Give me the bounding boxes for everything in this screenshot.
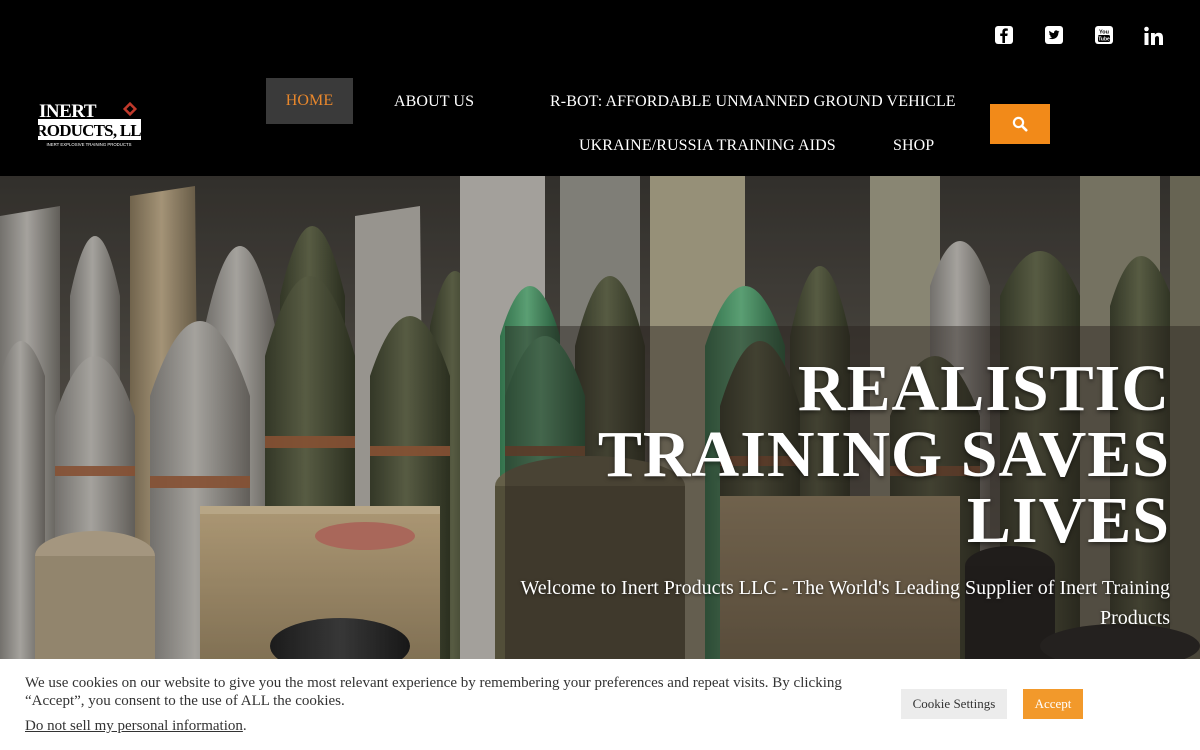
do-not-sell-link[interactable]: Do not sell my personal information <box>25 718 243 734</box>
cookie-consent-bar: We use cookies on our website to give yo… <box>0 659 1200 750</box>
nav-about-us[interactable]: ABOUT US <box>394 92 474 112</box>
search-button[interactable] <box>990 104 1050 144</box>
site-logo[interactable]: INERT PRODUCTS, LLC INERT EXPLOSIVE TRAI… <box>37 100 143 148</box>
youtube-icon[interactable]: You Tube <box>1094 25 1114 45</box>
logo-line2: PRODUCTS, LLC <box>37 121 143 140</box>
nav-r-bot[interactable]: R-BOT: AFFORDABLE UNMANNED GROUND VEHICL… <box>550 92 956 112</box>
hero-subtitle: Welcome to Inert Products LLC - The Worl… <box>520 577 1170 629</box>
hero-title-line1: REALISTIC <box>797 352 1170 425</box>
hero-banner: REALISTIC TRAINING SAVES LIVES Welcome t… <box>0 176 1200 659</box>
logo-line1: INERT <box>39 101 97 122</box>
youtube-text-you: You <box>1099 30 1109 36</box>
hero-title-line3: LIVES <box>966 484 1170 557</box>
linkedin-icon[interactable] <box>1143 25 1165 47</box>
nav-shop[interactable]: SHOP <box>893 136 934 156</box>
do-not-sell-suffix: . <box>242 718 247 734</box>
hero-title-line2: TRAINING SAVES <box>597 418 1170 491</box>
cookie-message: We use cookies on our website to give yo… <box>25 675 842 709</box>
svg-text:Tube: Tube <box>1098 37 1110 43</box>
hero-title: REALISTIC TRAINING SAVES LIVES <box>530 356 1170 554</box>
site-header: INERT PRODUCTS, LLC INERT EXPLOSIVE TRAI… <box>0 72 1200 176</box>
nav-home[interactable]: HOME <box>266 78 353 124</box>
cookie-accept-button[interactable]: Accept <box>1023 689 1083 719</box>
nav-ukraine-russia-training-aids[interactable]: UKRAINE/RUSSIA TRAINING AIDS <box>579 136 836 156</box>
twitter-icon[interactable] <box>1044 25 1064 45</box>
cookie-do-not-sell-line: Do not sell my personal information. <box>25 717 247 735</box>
logo-tagline: INERT EXPLOSIVE TRAINING PRODUCTS <box>46 142 131 147</box>
cookie-settings-button[interactable]: Cookie Settings <box>901 689 1007 719</box>
top-bar: You Tube <box>0 0 1200 72</box>
facebook-icon[interactable] <box>994 25 1014 45</box>
search-icon <box>1012 116 1028 132</box>
